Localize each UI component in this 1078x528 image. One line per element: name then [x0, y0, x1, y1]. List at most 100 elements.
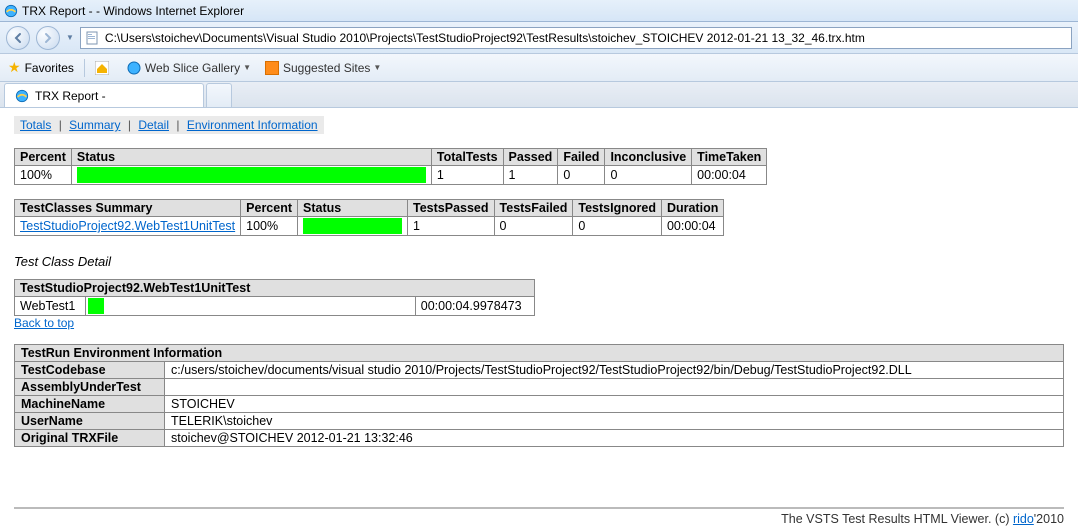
chevron-down-icon: ▼	[243, 63, 251, 72]
col-percent: Percent	[15, 149, 72, 166]
table-row: AssemblyUnderTest	[15, 379, 1064, 396]
url-input[interactable]	[103, 30, 1067, 46]
table-row: WebTest1 00:00:04.9978473	[15, 297, 535, 316]
fav-item-home[interactable]	[95, 61, 113, 75]
cell-percent: 100%	[15, 166, 72, 185]
env-key: TestCodebase	[15, 362, 165, 379]
page-icon	[127, 61, 141, 75]
table-header-row: TestStudioProject92.WebTest1UnitTest	[15, 280, 535, 297]
env-val: c:/users/stoichev/documents/visual studi…	[165, 362, 1064, 379]
link-back-to-top[interactable]: Back to top	[14, 316, 74, 330]
env-key: AssemblyUnderTest	[15, 379, 165, 396]
cell-passed: 1	[503, 166, 558, 185]
cell-passed: 1	[408, 217, 495, 236]
section-title-detail: Test Class Detail	[14, 254, 1064, 269]
col-time: TimeTaken	[692, 149, 767, 166]
cell-percent: 100%	[241, 217, 298, 236]
link-summary[interactable]: Summary	[69, 118, 120, 132]
col-inconclusive: Inconclusive	[605, 149, 692, 166]
footer-text-a: The VSTS Test Results HTML Viewer. (c)	[781, 512, 1013, 526]
col-status: Status	[298, 200, 408, 217]
footer: The VSTS Test Results HTML Viewer. (c) r…	[14, 507, 1064, 526]
col-passed: TestsPassed	[408, 200, 495, 217]
home-icon	[95, 61, 109, 75]
page-content: Totals | Summary | Detail | Environment …	[0, 108, 1078, 528]
separator	[84, 59, 85, 77]
table-header-row: TestClasses Summary Percent Status Tests…	[15, 200, 724, 217]
env-key: MachineName	[15, 396, 165, 413]
window-title: TRX Report - - Windows Internet Explorer	[22, 4, 244, 18]
summary-table: TestClasses Summary Percent Status Tests…	[14, 199, 724, 236]
nav-history-dropdown-icon[interactable]: ▼	[66, 33, 74, 42]
ie-logo-icon	[4, 4, 18, 18]
cell-time: 00:00:04	[692, 166, 767, 185]
col-ignored: TestsIgnored	[573, 200, 662, 217]
col-class: TestClasses Summary	[15, 200, 241, 217]
forward-button[interactable]	[36, 26, 60, 50]
col-failed: Failed	[558, 149, 605, 166]
fav-item-suggested[interactable]: Suggested Sites ▼	[265, 61, 381, 75]
tab-title: TRX Report -	[35, 89, 106, 103]
tab-active[interactable]: TRX Report -	[4, 83, 204, 107]
nav-toolbar: ▼	[0, 22, 1078, 54]
table-row: MachineNameSTOICHEV	[15, 396, 1064, 413]
env-val: STOICHEV	[165, 396, 1064, 413]
table-header-row: Percent Status TotalTests Passed Failed …	[15, 149, 767, 166]
env-val: stoichev@STOICHEV 2012-01-21 13:32:46	[165, 430, 1064, 447]
tab-strip: TRX Report -	[0, 82, 1078, 108]
status-indicator-green	[88, 298, 104, 314]
ie-logo-icon	[15, 89, 29, 103]
col-percent: Percent	[241, 200, 298, 217]
footer-text-b: '2010	[1034, 512, 1064, 526]
cell-failed: 0	[494, 217, 573, 236]
env-header: TestRun Environment Information	[15, 345, 1064, 362]
cell-inconclusive: 0	[605, 166, 692, 185]
suggested-label: Suggested Sites	[283, 61, 370, 75]
address-bar[interactable]	[80, 27, 1072, 49]
back-button[interactable]	[6, 26, 30, 50]
table-row: Original TRXFilestoichev@STOICHEV 2012-0…	[15, 430, 1064, 447]
env-val: TELERIK\stoichev	[165, 413, 1064, 430]
link-testclass[interactable]: TestStudioProject92.WebTest1UnitTest	[20, 219, 235, 233]
favorites-label[interactable]: Favorites	[25, 61, 74, 75]
cell-testname: WebTest1	[15, 297, 86, 316]
cell-failed: 0	[558, 166, 605, 185]
detail-class-header: TestStudioProject92.WebTest1UnitTest	[15, 280, 535, 297]
webslice-label: Web Slice Gallery	[145, 61, 240, 75]
link-detail[interactable]: Detail	[138, 118, 169, 132]
col-duration: Duration	[661, 200, 723, 217]
env-key: Original TRXFile	[15, 430, 165, 447]
env-table: TestRun Environment Information TestCode…	[14, 344, 1064, 447]
new-tab-button[interactable]	[206, 83, 232, 107]
col-total: TotalTests	[431, 149, 503, 166]
cell-total: 1	[431, 166, 503, 185]
link-env[interactable]: Environment Information	[187, 118, 318, 132]
cell-ignored: 0	[573, 217, 662, 236]
env-key: UserName	[15, 413, 165, 430]
link-totals[interactable]: Totals	[20, 118, 51, 132]
page-icon	[85, 31, 99, 45]
suggested-icon	[265, 61, 279, 75]
table-row: TestCodebasec:/users/stoichev/documents/…	[15, 362, 1064, 379]
detail-table: TestStudioProject92.WebTest1UnitTest Web…	[14, 279, 535, 316]
report-nav-links: Totals | Summary | Detail | Environment …	[14, 116, 324, 134]
footer-link[interactable]: rido	[1013, 512, 1034, 526]
col-failed: TestsFailed	[494, 200, 573, 217]
totals-table: Percent Status TotalTests Passed Failed …	[14, 148, 767, 185]
table-row: 100% 1 1 0 0 00:00:04	[15, 166, 767, 185]
fav-item-webslice[interactable]: Web Slice Gallery ▼	[127, 61, 251, 75]
table-row: TestStudioProject92.WebTest1UnitTest 100…	[15, 217, 724, 236]
chevron-down-icon: ▼	[373, 63, 381, 72]
cell-status	[71, 166, 431, 185]
table-row: UserNameTELERIK\stoichev	[15, 413, 1064, 430]
window-titlebar: TRX Report - - Windows Internet Explorer	[0, 0, 1078, 22]
cell-status	[298, 217, 408, 236]
col-passed: Passed	[503, 149, 558, 166]
favorites-star-icon[interactable]: ★	[8, 59, 21, 76]
cell-duration: 00:00:04	[661, 217, 723, 236]
favorites-bar: ★ Favorites Web Slice Gallery ▼ Suggeste…	[0, 54, 1078, 82]
cell-duration: 00:00:04.9978473	[415, 297, 534, 316]
env-val	[165, 379, 1064, 396]
progress-bar-green	[77, 167, 426, 183]
progress-bar-green	[303, 218, 402, 234]
